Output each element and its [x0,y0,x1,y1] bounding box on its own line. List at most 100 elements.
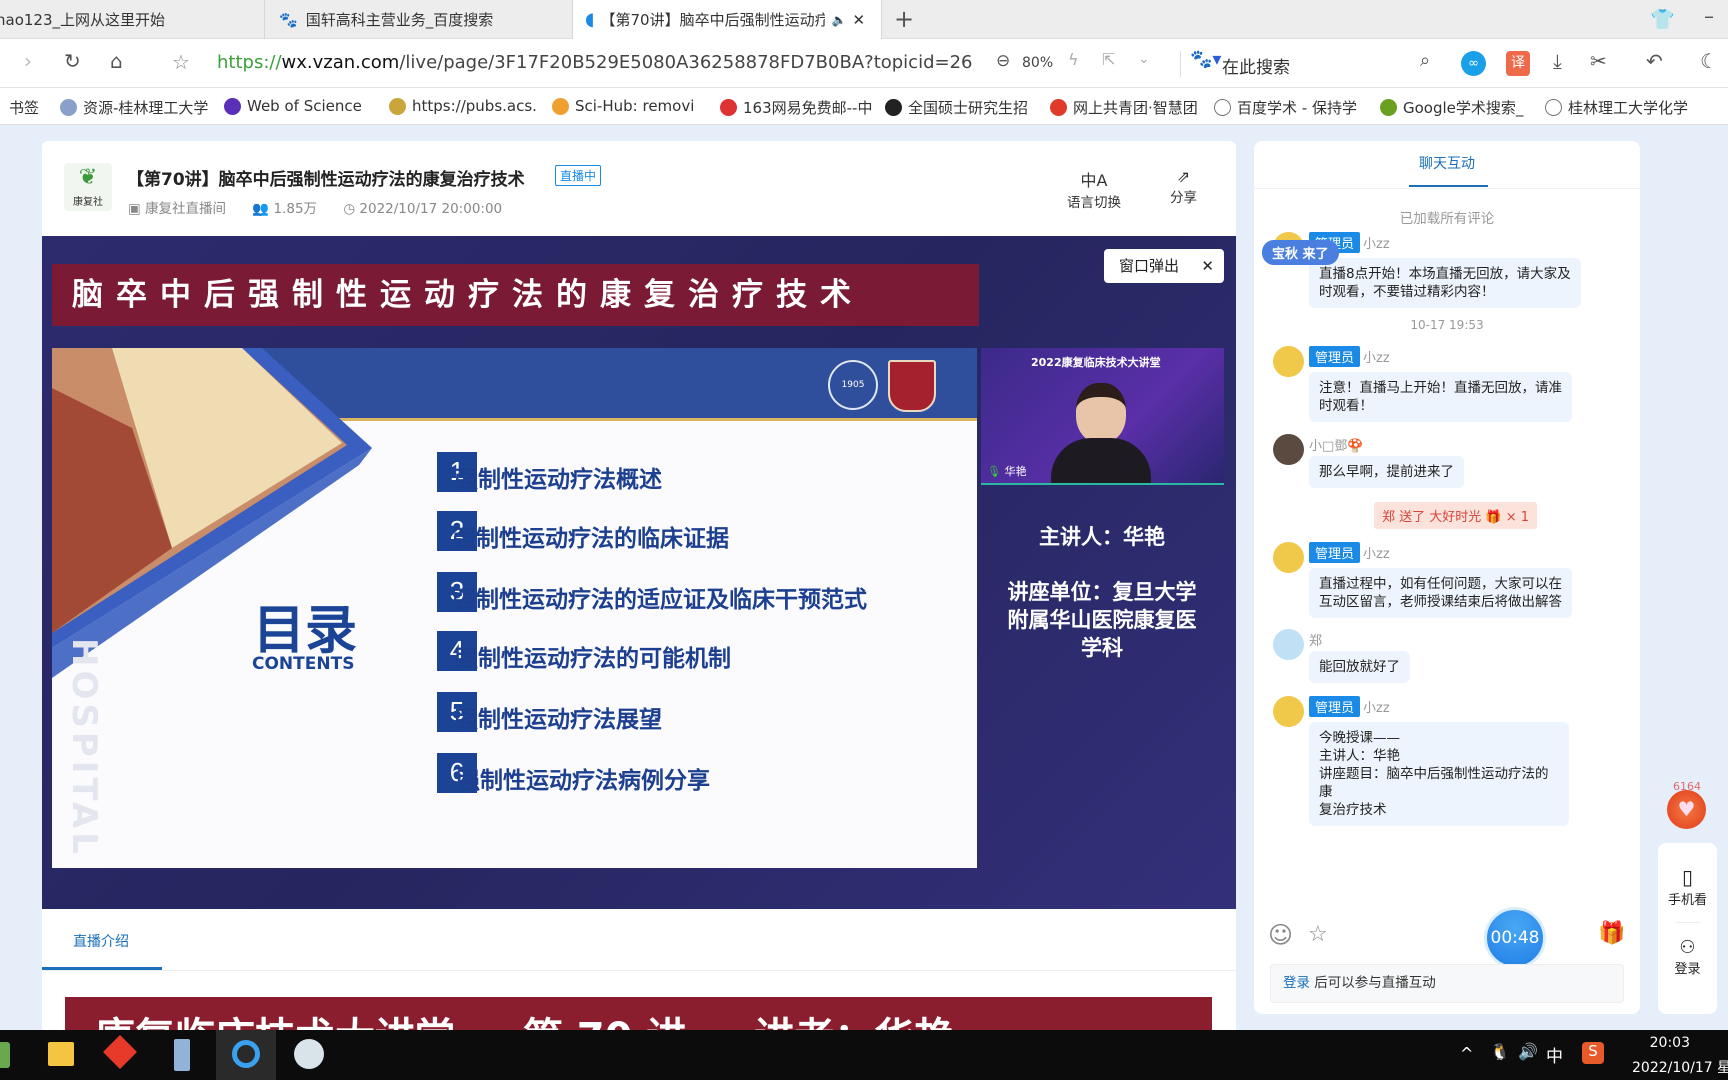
toc-item: 强制性运动疗法展望 [455,707,662,733]
browser-icon[interactable] [232,1040,260,1068]
meta-row: ▣ 康复社直播间 👥 1.85万 ◷ 2022/10/17 20:00:00 [128,197,502,217]
new-tab-button[interactable]: + [894,7,914,31]
speaker-camera[interactable]: 2022康复临床技术大讲堂 🎙 华艳 [981,348,1224,485]
user-icon: ⚇ [1679,937,1696,958]
tab-chat[interactable]: 聊天互动 [1254,153,1640,173]
undo-icon[interactable]: ↶ [1646,51,1663,71]
download-icon[interactable]: ⤓ [1553,51,1562,71]
message-text: 直播8点开始！本场直播无回放，请大家及 时观看，不要错过精彩内容！ [1309,258,1581,308]
avatar [1273,346,1304,377]
bookmark-item[interactable]: 百度学术 - 保持学 [1214,97,1377,118]
mobile-view-button[interactable]: ▯ 手机看 [1658,865,1717,908]
bookmark-item[interactable]: Google学术搜索_ [1380,97,1533,118]
bookmark-item[interactable]: Sci-Hub: removing [552,97,695,115]
speaker-face [1076,383,1126,443]
avatar [1273,629,1304,660]
bookmark-item[interactable]: https://pubs.acs. [389,97,542,115]
viewer-count: 1.85万 [273,201,318,217]
translate-icon[interactable]: 译 [1506,51,1530,76]
video-player[interactable]: 脑卒中后强制性运动疗法的康复治疗技术 窗口弹出 ✕ 1905 HOSPITAL 目… [42,236,1236,909]
popout-button[interactable]: 窗口弹出 ✕ [1104,249,1224,283]
app-round-icon[interactable] [294,1039,324,1069]
infinity-icon[interactable]: ∞ [1461,51,1486,76]
zoom-level: 80% [1022,55,1054,71]
taskbar: ^ 🐧 🔊 中 S 20:03 2022/10/17 星期一 [0,1030,1728,1080]
admin-badge: 管理员 [1309,696,1361,717]
bookmark-item[interactable]: 网上共青团·智慧团 [1050,97,1213,118]
acs-icon [389,97,406,115]
share-button[interactable]: ⇗ 分享 [1170,167,1197,206]
status-badge: 直播中 [555,165,602,186]
minimize-button[interactable]: – [1704,6,1714,26]
search-icon[interactable]: ⌕ [1420,52,1430,70]
tab-underline [1409,185,1488,187]
tray-chevron-icon[interactable]: ^ [1460,1044,1473,1063]
tab-baidu-search[interactable]: 🐾 国轩高科主营业务_百度搜索 [267,0,573,39]
avatar [1273,696,1304,727]
skin-icon[interactable]: 👕 [1650,9,1675,29]
scissors-icon[interactable]: ✂ [1590,51,1607,71]
login-link[interactable]: 登录 [1283,975,1310,991]
share-page-icon[interactable]: ⇱ [1102,52,1115,68]
night-mode-icon[interactable]: ☾ [1700,51,1718,71]
file-explorer-icon[interactable] [48,1042,74,1066]
calculator-icon[interactable] [174,1039,190,1071]
lightning-icon[interactable]: ϟ [1068,52,1079,68]
gift-box-icon[interactable]: 🎁 [1598,921,1625,946]
sogou-icon[interactable]: S [1582,1042,1604,1064]
sparkle-icon[interactable]: ☆ [1308,922,1328,947]
163-icon [720,99,737,116]
android-icon [1380,99,1397,116]
admin-badge: 管理员 [1309,346,1361,367]
close-tab-icon[interactable]: ✕ [852,11,865,29]
login-button[interactable]: ⚇ 登录 [1658,937,1717,977]
tab-live-intro[interactable]: 直播介绍 [73,931,129,951]
bookmark-star-icon[interactable]: ☆ [172,52,190,72]
qq-tray-icon[interactable]: 🐧 [1490,1042,1510,1061]
forward-icon[interactable]: › [24,51,32,71]
bookmark-item[interactable]: 桂林理工大学化学 [1545,97,1708,118]
timer-button[interactable]: 00:48 [1484,907,1546,969]
divider [1254,188,1640,189]
bookmark-item[interactable]: Web of Science [224,97,362,115]
user-name: 小zz [1363,547,1390,562]
app-diamond-icon[interactable] [103,1035,137,1069]
emoji-icon[interactable]: ☺ [1268,921,1293,949]
like-heart-button[interactable]: ♥ [1667,790,1706,829]
graduation-cap-icon [885,99,902,116]
channel-name[interactable]: 康复社直播间 [145,201,226,217]
speaker-label: 主讲人：华艳 [1039,525,1165,549]
tab-live-page[interactable]: ◖【第70讲】脑卒中后强制性运动疗法的康复治疗技术🔈✕ [573,0,882,39]
address-bar: › ↻ ⌂ ☆ https://wx.vzan.com/live/page/3F… [0,39,1728,88]
user-name: 郑 [1309,634,1323,649]
url-input[interactable]: https://wx.vzan.com/live/page/3F17F20B52… [217,52,972,73]
browser-tab-bar: hao123_上网从这里开始 🐾 国轩高科主营业务_百度搜索 ◖ 【第70讲】脑卒中… [0,0,1728,39]
toc-item: 强制性运动疗法的适应证及临床干预范式 [453,587,867,613]
zoom-icon[interactable]: ⊖ [996,53,1010,70]
bookmarks-label[interactable]: 书签 [9,97,39,118]
vzan-icon: ◖ [585,9,595,30]
globe-icon [1545,99,1562,116]
slide: 1905 HOSPITAL 目录 CONTENTS 1 强制性运动疗法概述 2 … [52,348,977,868]
divider [1180,51,1181,77]
bookmark-item[interactable]: 全国硕士研究生招 [885,97,1048,118]
baidu-engine-icon[interactable]: 🐾▾ [1190,51,1221,69]
language-switch-button[interactable]: 中A 语言切换 [1067,167,1121,211]
chat-panel: 聊天互动 已加载所有评论 管理员 小zz 直播8点开始！本场直播无回放，请大家及… [1254,141,1640,1014]
bookmark-item[interactable]: 163网易免费邮--中 [720,97,883,118]
avatar [1273,542,1304,573]
mic-icon: 🎙 [987,465,1001,478]
close-icon[interactable]: ✕ [1201,249,1214,283]
bookmark-item[interactable]: 资源-桂林理工大学 [60,97,208,118]
tab-hao123[interactable]: hao123_上网从这里开始 [0,0,265,39]
reload-icon[interactable]: ↻ [64,51,81,71]
volume-icon[interactable]: 🔊 [1518,1042,1538,1061]
dropdown-icon[interactable]: ⌄ [1138,52,1150,66]
clock[interactable]: 20:03 [1620,1035,1728,1051]
search-input[interactable]: 在此搜索 [1222,53,1290,78]
chat-input[interactable]: 登录 后可以参与直播互动 [1270,964,1624,1003]
ime-indicator[interactable]: 中 [1546,1042,1563,1067]
home-icon[interactable]: ⌂ [110,51,123,71]
app-icon[interactable] [0,1042,10,1068]
message-text: 直播过程中，如有任何问题，大家可以在 互动区留言，老师授课结束后将做出解答 [1309,568,1572,618]
